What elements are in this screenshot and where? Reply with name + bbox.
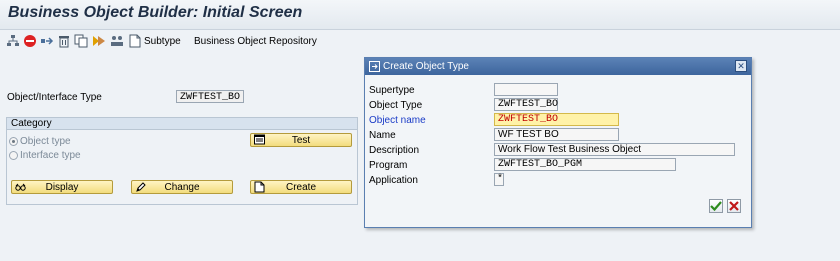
display-label: Display — [45, 182, 79, 193]
new-document-icon — [254, 181, 265, 193]
create-object-type-dialog: Create Object Type ✕ Supertype Object Ty… — [364, 57, 752, 228]
stop-icon[interactable] — [23, 33, 37, 49]
hierarchy-icon[interactable] — [6, 33, 20, 49]
test-label: Test — [291, 135, 311, 146]
name-input[interactable]: WF TEST BO — [494, 128, 619, 141]
display-icon — [15, 183, 26, 191]
supertype-input[interactable] — [494, 83, 558, 96]
repository-button[interactable]: Business Object Repository — [194, 33, 317, 49]
create-button[interactable]: Create — [250, 180, 352, 194]
create-label: Create — [285, 182, 316, 193]
object-type-label: Object/Interface Type — [7, 92, 102, 103]
checkmark-icon — [710, 201, 722, 212]
category-header: Category — [7, 118, 357, 130]
radio-interface-type-label: Interface type — [20, 150, 81, 161]
program-label: Program — [369, 160, 408, 171]
org-icon[interactable] — [110, 33, 124, 49]
object-type-field: ZWFTEST_BO — [494, 98, 558, 111]
repository-label: Business Object Repository — [194, 35, 317, 47]
name-label: Name — [369, 130, 396, 141]
cancel-icon — [729, 201, 739, 211]
radio-interface-type[interactable]: Interface type — [9, 150, 81, 161]
dialog-title: Create Object Type — [383, 61, 469, 72]
subtype-button[interactable]: Subtype — [128, 33, 181, 49]
document-icon — [129, 34, 141, 48]
radio-unselected-icon — [9, 151, 18, 160]
description-input[interactable]: Work Flow Test Business Object — [494, 143, 735, 156]
change-label: Change — [164, 182, 200, 193]
cancel-button[interactable] — [727, 199, 741, 213]
description-label: Description — [369, 145, 420, 156]
dialog-header: Create Object Type ✕ — [365, 58, 751, 75]
close-icon[interactable]: ✕ — [735, 60, 747, 72]
page-title: Business Object Builder: Initial Screen — [8, 4, 303, 21]
supertype-label: Supertype — [369, 85, 415, 96]
title-bar: Business Object Builder: Initial Screen — [0, 0, 840, 30]
forward-icon[interactable] — [40, 33, 54, 49]
delete-icon[interactable] — [57, 33, 71, 49]
subtype-label: Subtype — [144, 35, 181, 47]
radio-selected-icon — [9, 137, 18, 146]
program-input[interactable]: ZWFTEST_BO_PGM — [494, 158, 676, 171]
object-name-input[interactable]: ZWFTEST_BO — [494, 113, 619, 126]
copy-icon[interactable] — [74, 33, 88, 49]
change-button[interactable]: Change — [131, 180, 233, 194]
application-toolbar: Subtype Business Object Repository — [0, 30, 840, 52]
category-group: Category Object type Interface type Test… — [6, 117, 358, 205]
confirm-button[interactable] — [709, 199, 723, 213]
application-label: Application — [369, 175, 418, 186]
dialog-window-icon — [369, 61, 380, 72]
test-button[interactable]: Test — [250, 133, 352, 147]
object-name-label: Object name — [369, 115, 426, 126]
test-icon — [254, 134, 265, 145]
application-input[interactable]: * — [494, 173, 504, 186]
object-type-label-dialog: Object Type — [369, 100, 423, 111]
generate-icon[interactable] — [92, 33, 106, 49]
radio-object-type[interactable]: Object type — [9, 136, 71, 147]
radio-object-type-label: Object type — [20, 136, 71, 147]
pencil-icon — [136, 182, 146, 192]
display-button[interactable]: Display — [11, 180, 113, 194]
object-type-input[interactable]: ZWFTEST_BO — [176, 90, 244, 103]
